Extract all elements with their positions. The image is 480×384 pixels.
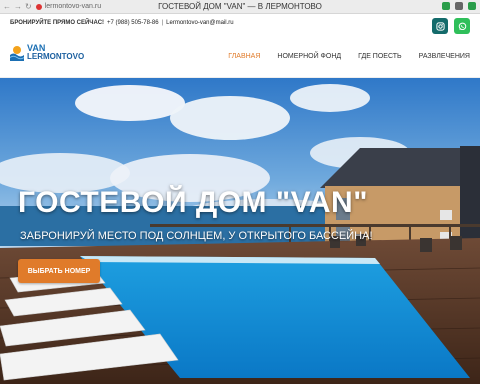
extension-icon[interactable]: [455, 2, 463, 10]
separator: |: [161, 20, 164, 26]
instagram-icon: [435, 21, 445, 31]
browser-nav: ← → ↻: [0, 2, 32, 11]
menu-item-rooms[interactable]: НОМЕРНОЙ ФОНД: [277, 53, 341, 60]
address-bar[interactable]: lermontovo-van.ru: [35, 3, 101, 10]
book-now-text: БРОНИРУЙТЕ ПРЯМО СЕЙЧАС!: [10, 20, 105, 26]
menu-item-entertainment[interactable]: РАЗВЛЕЧЕНИЯ: [419, 53, 470, 60]
phone-link[interactable]: +7 (988) 505-78-86: [107, 20, 159, 26]
hero-title: ГОСТЕВОЙ ДОМ "VAN": [18, 186, 368, 219]
logo-emblem-icon: [10, 45, 24, 61]
whatsapp-icon: [458, 22, 466, 30]
browser-toolbar: ← → ↻ lermontovo-van.ru ГОСТЕВОЙ ДОМ "VA…: [0, 0, 480, 14]
menu-item-food[interactable]: ГДЕ ПОЕСТЬ: [358, 53, 402, 60]
extension-bar: [442, 2, 476, 10]
forward-icon[interactable]: →: [14, 2, 22, 11]
hero-subtitle: ЗАБРОНИРУЙ МЕСТО ПОД СОЛНЦЕМ, У ОТКРЫТОГ…: [20, 230, 373, 242]
email-link[interactable]: Lermontovo-van@mail.ru: [166, 20, 233, 26]
extension-icon[interactable]: [442, 2, 450, 10]
contact-bar: БРОНИРУЙТЕ ПРЯМО СЕЙЧАС! +7 (988) 505-78…: [10, 20, 234, 26]
main-menu: ГЛАВНАЯ НОМЕРНОЙ ФОНД ГДЕ ПОЕСТЬ РАЗВЛЕЧ…: [228, 53, 470, 60]
not-secure-icon: [35, 3, 42, 10]
choose-room-button[interactable]: ВЫБРАТЬ НОМЕР: [18, 259, 100, 283]
address-url[interactable]: lermontovo-van.ru: [45, 3, 101, 10]
site-logo[interactable]: VAN LERMONTOVO: [10, 44, 84, 61]
instagram-button[interactable]: [432, 18, 448, 34]
reload-icon[interactable]: ↻: [25, 2, 32, 11]
menu-item-home[interactable]: ГЛАВНАЯ: [228, 53, 260, 60]
social-links: [432, 18, 470, 34]
logo-text-lermontovo: LERMONTOVO: [27, 52, 85, 61]
hero-banner: ГОСТЕВОЙ ДОМ "VAN" ЗАБРОНИРУЙ МЕСТО ПОД …: [0, 78, 480, 384]
back-icon[interactable]: ←: [3, 2, 11, 11]
whatsapp-button[interactable]: [454, 18, 470, 34]
extension-icon[interactable]: [468, 2, 476, 10]
